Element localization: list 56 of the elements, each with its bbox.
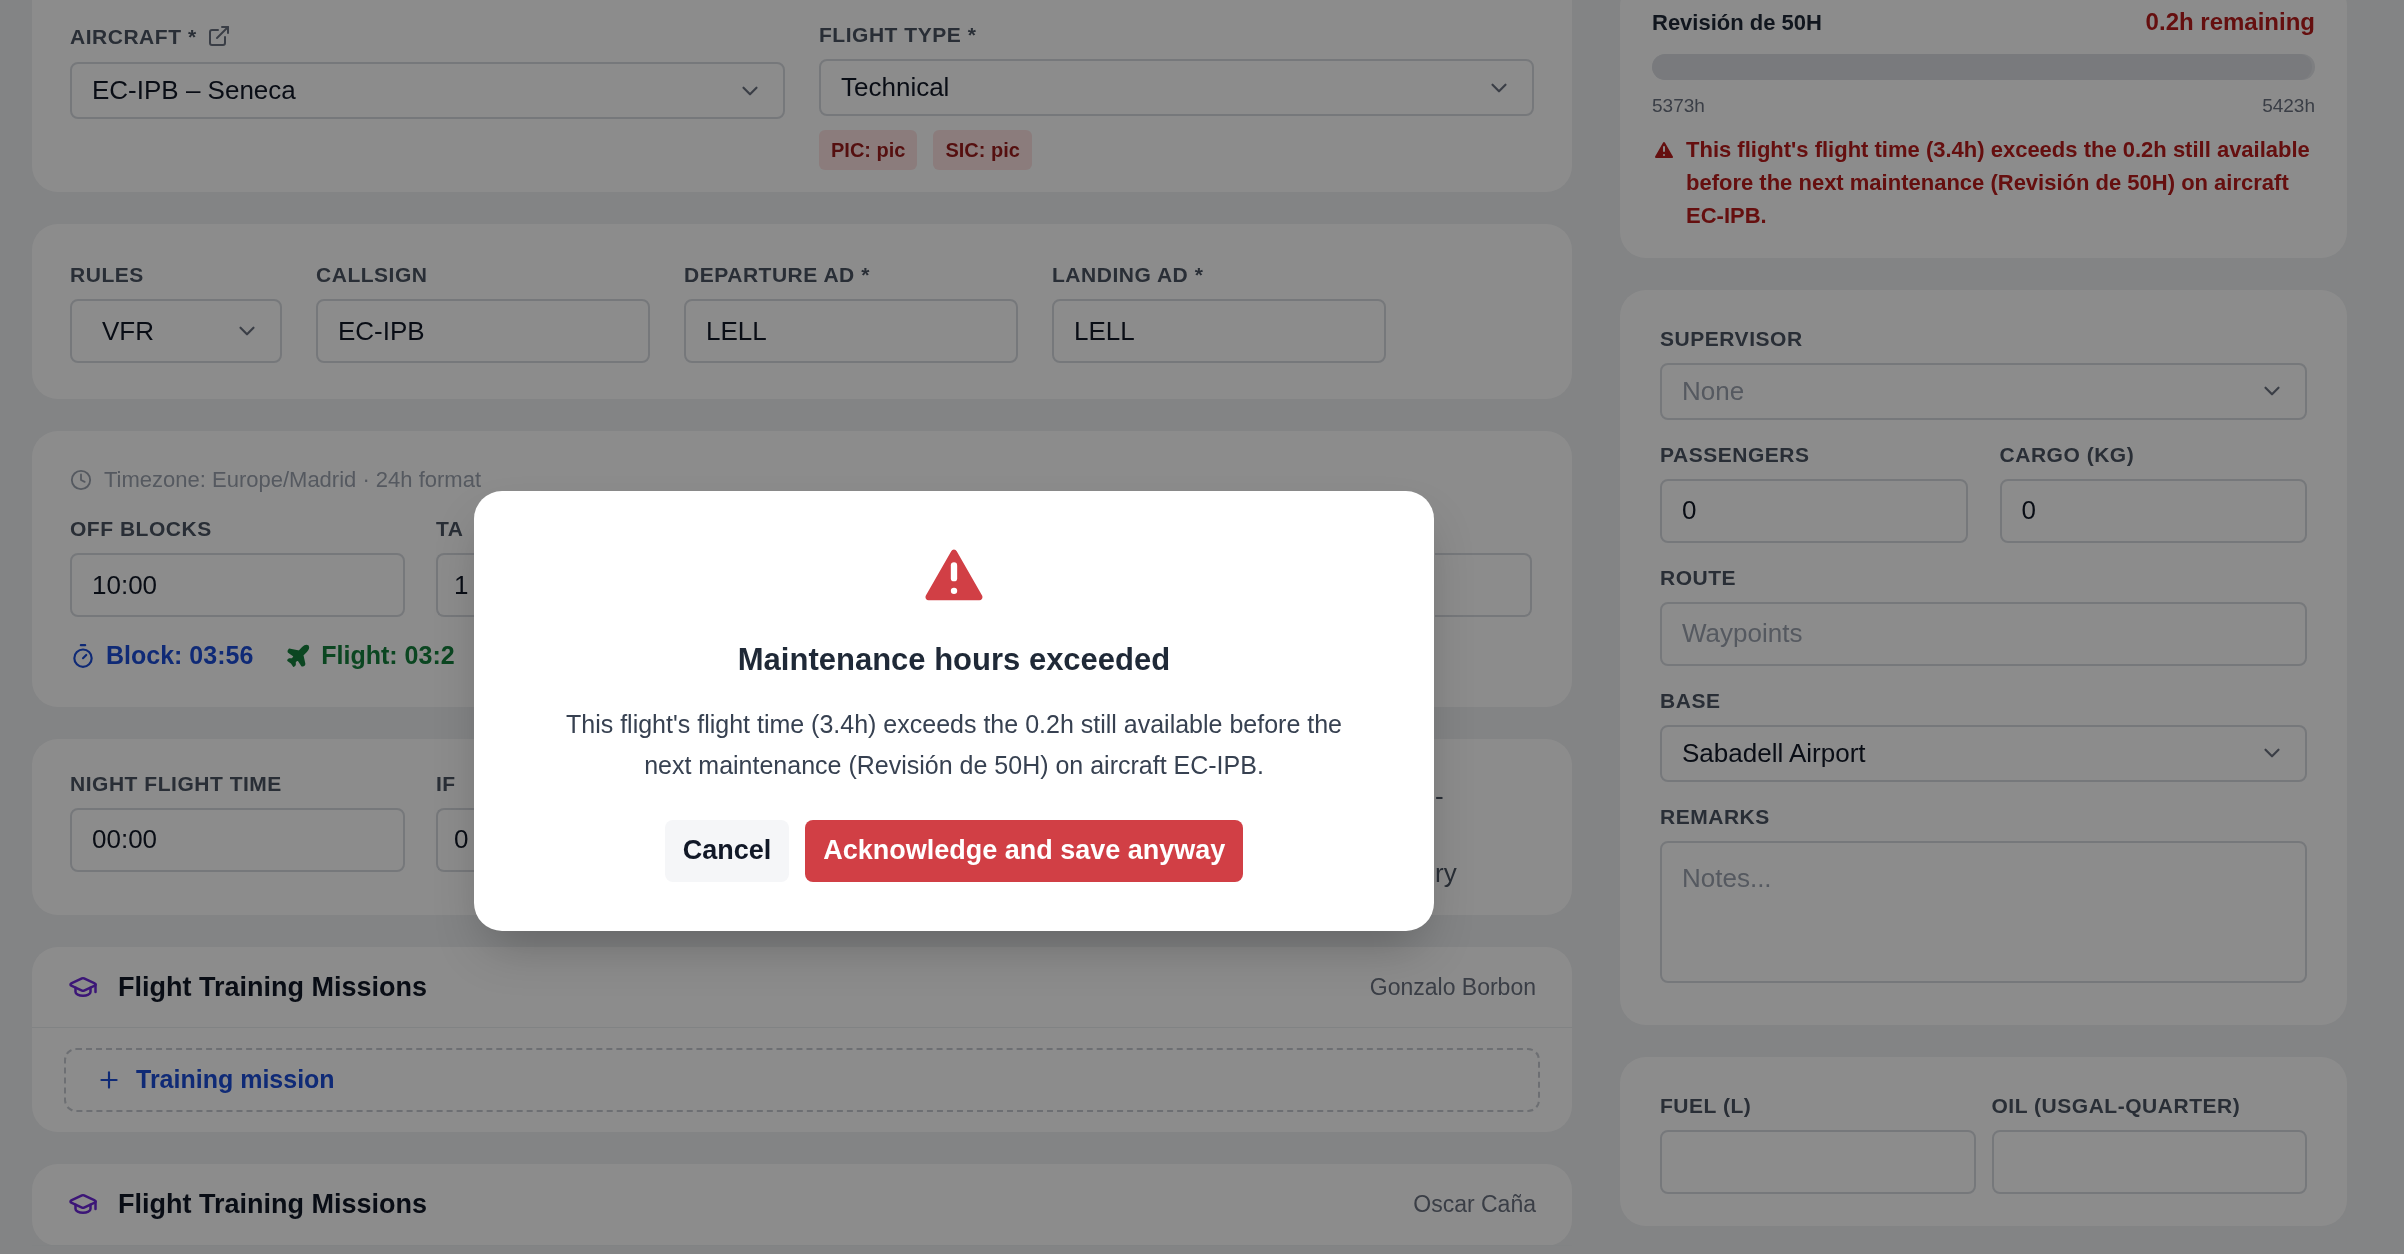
flight-time: Flight: 03:2	[321, 640, 455, 671]
field-label: TA	[436, 518, 465, 539]
text-field[interactable]: 0	[1660, 478, 1968, 543]
text-field[interactable]: 0	[1999, 478, 2307, 543]
text-field[interactable]: 1	[436, 553, 474, 617]
cut-text: -	[1435, 779, 1445, 813]
dialog-title: Maintenance hours exceeded	[737, 641, 1171, 679]
field-label: OIL (USGAL-QUARTER)	[1991, 1094, 2242, 1116]
field-label: CALLSIGN	[316, 264, 429, 285]
section-title: Flight Training Missions	[118, 970, 427, 1004]
field-label: SUPERVISOR	[1660, 327, 1804, 349]
text-field[interactable]: EC-IPB	[316, 299, 650, 363]
add-training-mission-button[interactable]: Training mission	[64, 1048, 1540, 1112]
cancel-button[interactable]: Cancel	[664, 819, 790, 882]
remaining-hours: 0.2h remaining	[2145, 7, 2315, 37]
text-field[interactable]: 0	[436, 807, 474, 872]
instructor-name: Gonzalo Borbon	[1369, 972, 1536, 1002]
text-field[interactable]: LELL	[1052, 299, 1386, 363]
cut-text: ry	[1435, 856, 1458, 890]
select-field[interactable]: VFR	[70, 299, 282, 363]
instructor-name: Oscar Caña	[1413, 1190, 1536, 1219]
field-label: PASSENGERS	[1660, 443, 1811, 465]
select-field[interactable]: EC-IPB – Seneca	[70, 62, 785, 119]
block-time: Block: 03:56	[106, 640, 254, 671]
text-field[interactable]: LELL	[684, 299, 1018, 363]
stopwatch-icon	[70, 642, 96, 669]
section-title: Flight Training Missions	[118, 1188, 427, 1221]
maintenance-name: Revisión de 50H	[1652, 8, 1822, 37]
field-label: BASE	[1660, 689, 1722, 711]
role-badge: SIC: pic	[933, 130, 1032, 170]
select-field[interactable]: Sabadell Airport	[1660, 724, 2307, 782]
field-label: NIGHT FLIGHT TIME	[70, 772, 283, 794]
field-label: AIRCRAFT *	[70, 25, 197, 47]
maintenance-warning: This flight's flight time (3.4h) exceeds the 0.2h still available before the next maintenance (Revisión de 50H) on aircraft EC-IPB.	[1686, 135, 2311, 230]
text-field[interactable]: 00:00	[70, 807, 405, 872]
acknowledge-button[interactable]: Acknowledge and save anyway	[805, 819, 1244, 882]
dialog-message: This flight's flight time (3.4h) exceeds the 0.2h still available before the next maintenance (Revisión de 50H) on aircraft EC-IPB.	[565, 708, 1343, 781]
field-label: ROUTE	[1660, 566, 1738, 588]
start-hours: 5373h	[1652, 94, 1705, 118]
field-label: RULES	[70, 264, 145, 285]
role-badge: PIC: pic	[819, 130, 918, 170]
field-label: DEPARTURE AD *	[684, 264, 871, 285]
clock-icon	[70, 468, 92, 491]
external-link-icon[interactable]	[206, 24, 231, 48]
field-label: FUEL (L)	[1660, 1094, 1753, 1116]
field-label: CARGO (KG)	[1999, 443, 2136, 465]
field-label: LANDING AD *	[1052, 264, 1205, 285]
text-field[interactable]: 10:00	[70, 553, 405, 617]
text-field[interactable]	[1435, 553, 1532, 617]
field-label: IF	[436, 772, 457, 794]
field-label: REMARKS	[1660, 805, 1771, 827]
select-field[interactable]: Technical	[819, 59, 1534, 116]
field-label: FLIGHT TYPE *	[819, 24, 978, 45]
plane-icon	[285, 642, 312, 669]
end-hours: 5423h	[2262, 94, 2315, 118]
field-label: OFF BLOCKS	[70, 518, 213, 539]
